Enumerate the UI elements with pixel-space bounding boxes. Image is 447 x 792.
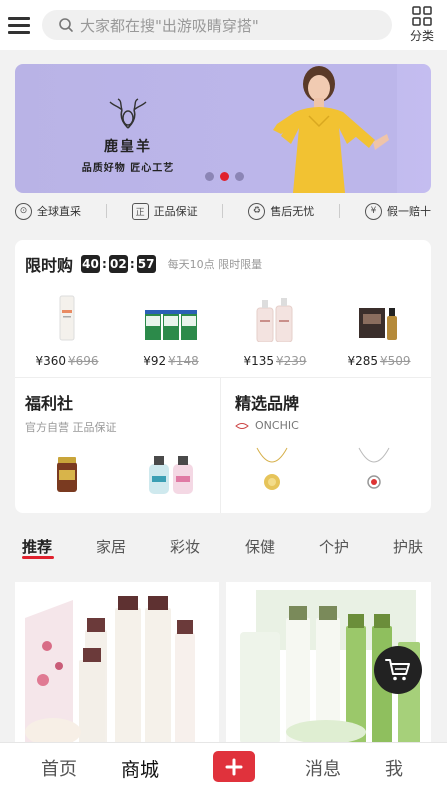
price: ¥285 <box>347 354 378 368</box>
product-image[interactable] <box>147 454 195 496</box>
banner-pagination <box>205 172 244 181</box>
category-button[interactable]: 分类 <box>405 6 439 44</box>
product-image[interactable] <box>357 446 391 494</box>
banner-brand: 鹿皇羊 品质好物 匠心工艺 <box>63 98 193 174</box>
guarantee-item: 正 正品保证 <box>131 202 198 220</box>
brand-logo-icon <box>235 422 249 429</box>
divider <box>222 204 224 218</box>
guarantee-item: ♻ 售后无忧 <box>248 202 315 220</box>
guarantee-item: ⊙ 全球直采 <box>15 202 81 220</box>
welfare-section[interactable]: 福利社 官方自营 正品保证 <box>25 390 117 435</box>
plus-icon <box>225 758 243 775</box>
category-label: 分类 <box>409 29 434 43</box>
grid-icon <box>412 6 432 26</box>
price: ¥360 <box>35 354 66 368</box>
guarantee-label: 全球直采 <box>37 205 81 218</box>
brands-section[interactable]: 精选品牌 ONCHIC <box>235 390 299 432</box>
original-price: ¥148 <box>168 354 199 368</box>
flash-sale-note: 每天10点 限时限量 <box>167 258 263 271</box>
category-tabs: 推荐 家居 彩妆 保健 个护 护肤 <box>0 526 447 566</box>
divider <box>220 377 221 513</box>
flash-sale-item[interactable]: ¥360 ¥696 <box>15 290 119 368</box>
countdown-hours: 40 <box>81 255 101 273</box>
search-input[interactable]: 大家都在搜"出游吸睛穿搭" <box>42 10 392 40</box>
product-image <box>349 290 409 342</box>
cart-icon <box>385 659 410 681</box>
tab-recommend[interactable]: 推荐 <box>22 536 52 557</box>
welfare-subtitle: 官方自营 正品保证 <box>25 421 117 434</box>
pagination-dot[interactable] <box>235 172 244 181</box>
globe-icon: ⊙ <box>15 202 32 220</box>
original-price: ¥239 <box>276 354 307 368</box>
nav-mall[interactable]: 商城 <box>121 755 159 782</box>
cart-button[interactable] <box>374 646 422 694</box>
top-bar: 大家都在搜"出游吸睛穿搭" 分类 <box>0 0 447 50</box>
pagination-dot[interactable] <box>205 172 214 181</box>
brands-title: 精选品牌 <box>235 394 300 413</box>
original-price: ¥509 <box>380 354 411 368</box>
guarantee-item: ¥ 假一赔十 <box>364 202 431 220</box>
guarantee-label: 假一赔十 <box>386 205 431 218</box>
price: ¥135 <box>243 354 274 368</box>
tab-underline <box>22 556 54 559</box>
model-image <box>247 64 397 193</box>
product-image <box>15 582 219 752</box>
service-icon: ♻ <box>248 202 266 220</box>
featured-brand-name: ONCHIC <box>255 419 299 432</box>
add-button[interactable] <box>213 751 255 782</box>
tab-personal-care[interactable]: 个护 <box>319 536 349 557</box>
welfare-title: 福利社 <box>25 394 74 413</box>
nav-messages[interactable]: 消息 <box>305 755 341 781</box>
flash-sale-item[interactable]: ¥285 ¥509 <box>327 290 431 368</box>
deer-logo-icon <box>109 98 147 129</box>
menu-icon[interactable] <box>0 0 38 50</box>
flash-sale-title: 限时购 <box>25 256 74 275</box>
genuine-icon: 正 <box>131 202 149 220</box>
guarantee-label: 正品保证 <box>153 205 198 218</box>
product-image <box>245 290 305 342</box>
countdown-minutes: 02 <box>108 255 128 273</box>
product-image[interactable] <box>255 446 289 494</box>
flash-sale-list: ¥360 ¥696 ¥92 ¥148 ¥135 ¥239 ¥285 ¥509 <box>15 290 431 368</box>
banner-brand-name: 鹿皇羊 <box>104 139 152 155</box>
tab-makeup[interactable]: 彩妆 <box>170 536 200 557</box>
price: ¥92 <box>143 354 167 368</box>
divider <box>105 204 107 218</box>
product-image[interactable] <box>55 456 79 494</box>
tab-skincare[interactable]: 护肤 <box>393 536 423 557</box>
tab-home[interactable]: 家居 <box>96 536 126 557</box>
bottom-nav: 首页 商城 消息 我 <box>0 742 447 792</box>
flash-sale-item[interactable]: ¥92 ¥148 <box>119 290 223 368</box>
product-image <box>141 290 201 342</box>
promo-card: 限时购 40 : 02 : 57 每天10点 限时限量 ¥360 ¥696 ¥92… <box>15 240 431 513</box>
guarantee-bar: ⊙ 全球直采 正 正品保证 ♻ 售后无忧 ¥ 假一赔十 <box>15 198 431 224</box>
pagination-dot-active[interactable] <box>220 172 229 181</box>
countdown-seconds: 57 <box>136 255 156 273</box>
product-card[interactable] <box>15 582 219 752</box>
guarantee-label: 售后无忧 <box>270 205 315 218</box>
flash-sale-item[interactable]: ¥135 ¥239 <box>223 290 327 368</box>
search-placeholder: 大家都在搜"出游吸睛穿搭" <box>80 16 259 35</box>
yuan-icon: ¥ <box>364 202 382 220</box>
flash-sale-header[interactable]: 限时购 40 : 02 : 57 每天10点 限时限量 <box>25 252 262 276</box>
divider <box>339 204 341 218</box>
promo-banner[interactable]: 鹿皇羊 品质好物 匠心工艺 <box>15 64 431 193</box>
product-image <box>37 290 97 342</box>
banner-slogan: 品质好物 匠心工艺 <box>81 163 175 174</box>
tab-health[interactable]: 保健 <box>245 536 275 557</box>
search-icon <box>58 17 74 33</box>
nav-home[interactable]: 首页 <box>41 755 77 781</box>
nav-me[interactable]: 我 <box>385 755 403 781</box>
divider <box>15 377 431 378</box>
original-price: ¥696 <box>68 354 99 368</box>
